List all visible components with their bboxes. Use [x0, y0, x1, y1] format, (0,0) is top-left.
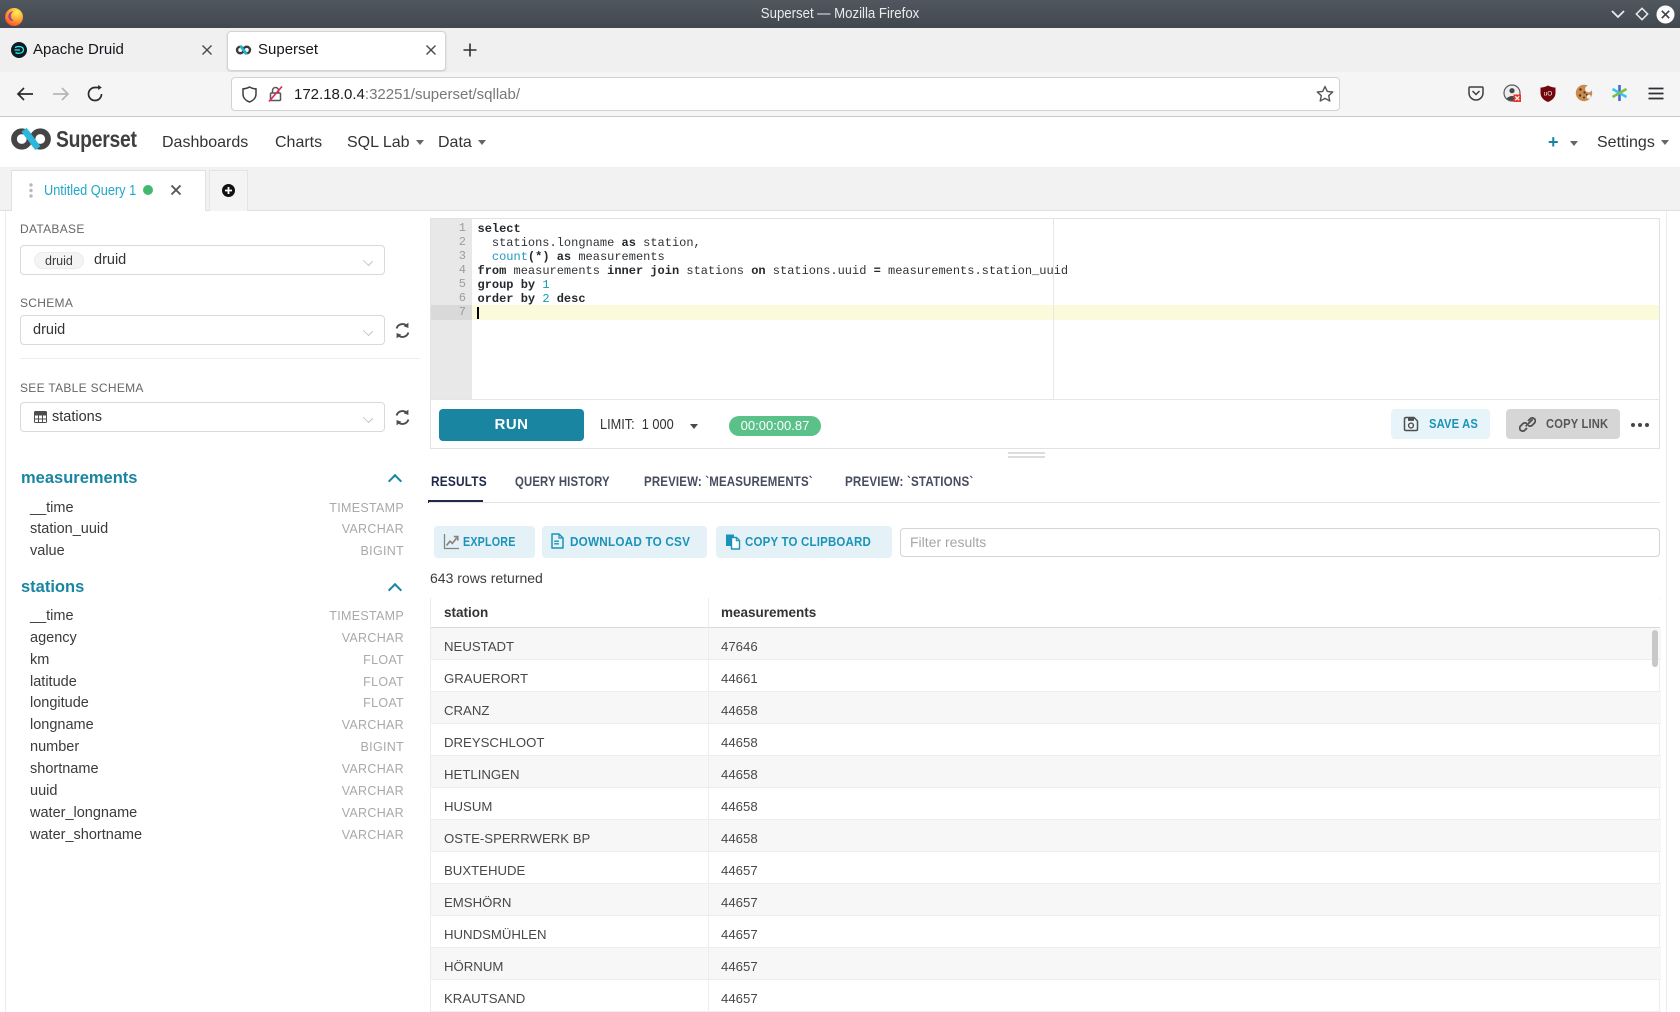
- svg-text:uO: uO: [1544, 91, 1553, 98]
